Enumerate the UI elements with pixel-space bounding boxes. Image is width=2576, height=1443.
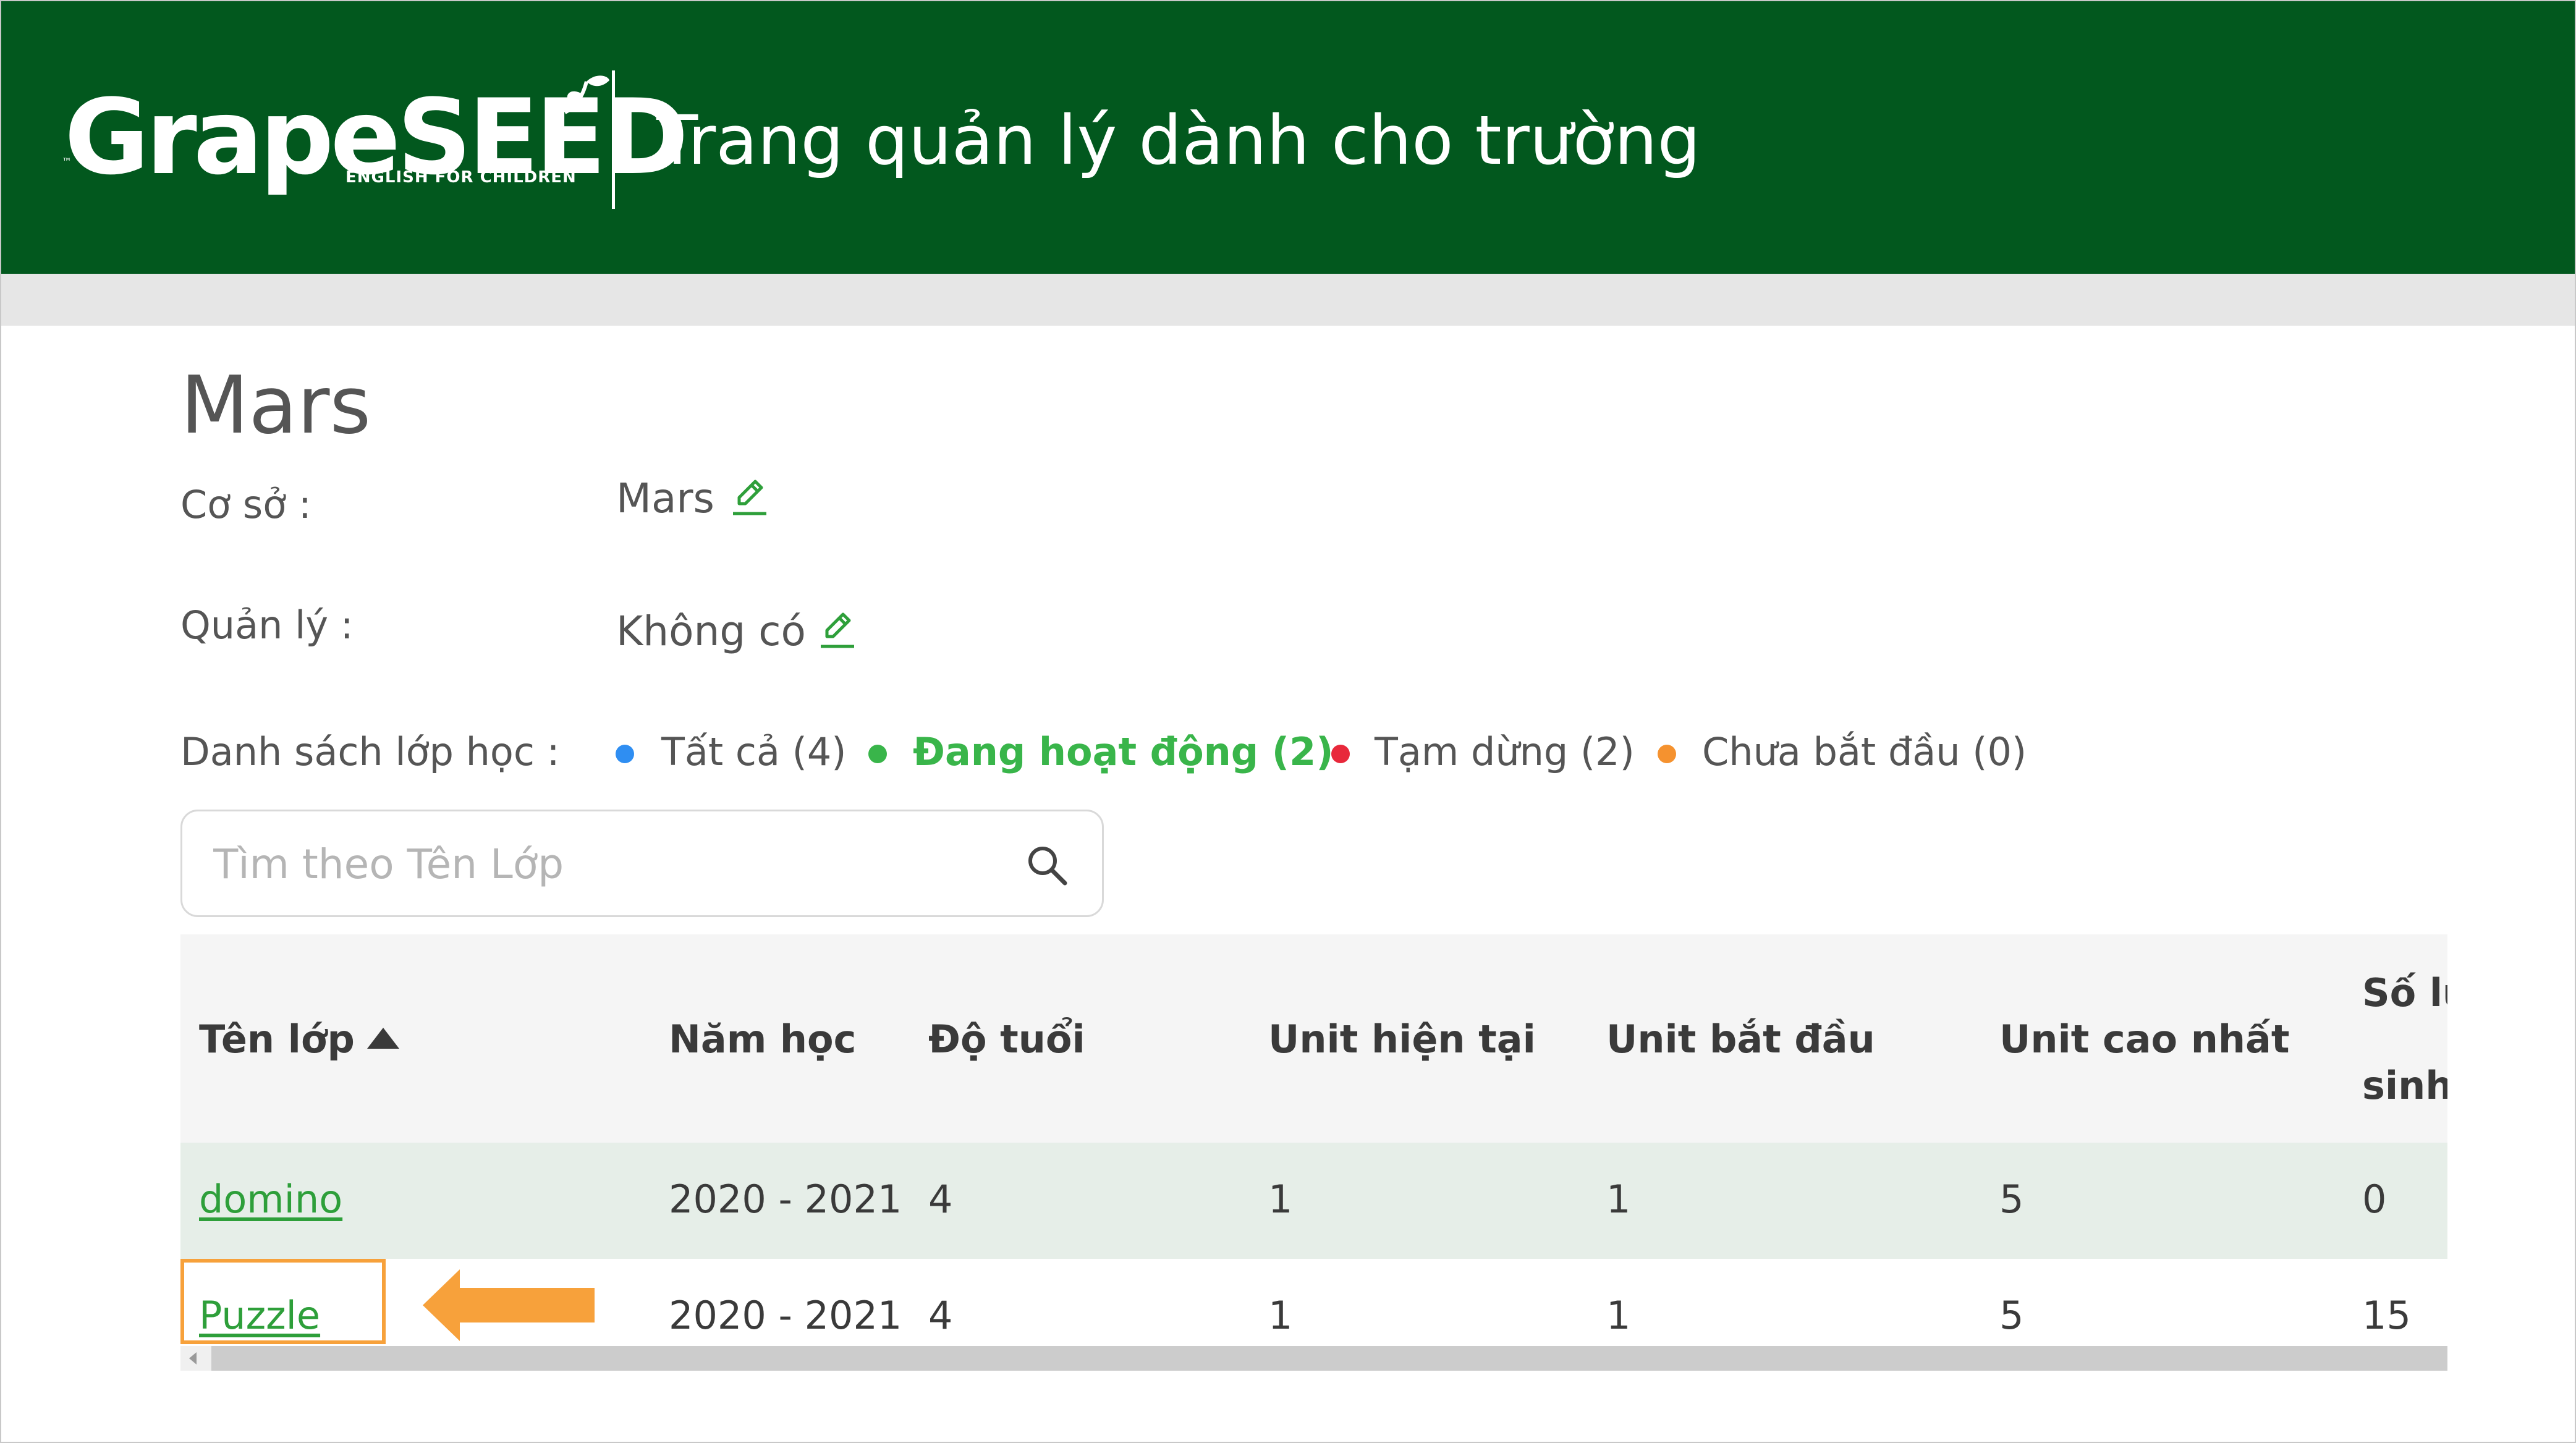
column-header-label: Tên lớp (199, 1017, 355, 1062)
filter-not-started[interactable]: Chưa bắt đầu (0) (1702, 727, 2027, 777)
column-header-max-unit[interactable]: Unit cao nhất (1999, 1015, 2289, 1064)
start-unit-cell: 1 (1606, 1177, 1631, 1222)
filter-dot-all (616, 745, 634, 763)
scroll-left-arrow-icon (189, 1352, 197, 1365)
edit-manager-icon[interactable] (818, 607, 857, 650)
student-count-cell: 0 (2362, 1177, 2387, 1222)
campus-label: Cơ sở : (180, 482, 311, 527)
campus-value: Mars (616, 475, 714, 522)
leaf-icon (564, 75, 609, 114)
max-unit-cell: 5 (1999, 1177, 2024, 1222)
manager-label: Quản lý : (180, 603, 354, 648)
header-shadow-band (1, 274, 2575, 326)
filter-paused[interactable]: Tạm dừng (2) (1375, 727, 1635, 777)
start-unit-cell: 1 (1606, 1293, 1631, 1338)
class-name-link[interactable]: domino (199, 1175, 342, 1224)
search-icon[interactable] (1025, 844, 1070, 888)
current-unit-cell: 1 (1268, 1293, 1293, 1338)
sort-ascending-icon (366, 1028, 399, 1049)
horizontal-scrollbar[interactable] (180, 1346, 2447, 1371)
school-year-cell: 2020 - 2021 (669, 1293, 902, 1338)
table-header: Tên lớp Năm học Độ tuổi Unit hiện tại Un… (180, 934, 2447, 1143)
school-title: Mars (180, 360, 371, 452)
age-cell: 4 (928, 1293, 953, 1338)
school-year-cell: 2020 - 2021 (669, 1177, 902, 1222)
search-input[interactable] (213, 836, 986, 892)
max-unit-cell: 5 (1999, 1293, 2024, 1338)
column-header-start-unit[interactable]: Unit bắt đầu (1606, 1015, 1875, 1064)
column-header-current-unit[interactable]: Unit hiện tại (1268, 1015, 1536, 1064)
logo-tagline: ENGLISH FOR CHILDREN (345, 168, 577, 187)
scroll-left-button[interactable] (180, 1346, 211, 1371)
filter-dot-paused (1331, 745, 1350, 763)
column-header-student-count-line2: sinh (2362, 1063, 2447, 1108)
class-list-label: Danh sách lớp học : (180, 729, 560, 774)
logo-trademark: ™ (62, 156, 72, 167)
table-row: domino 2020 - 2021 4 1 1 5 0 (180, 1143, 2447, 1259)
pointer-arrow-icon (423, 1269, 595, 1341)
age-cell: 4 (928, 1177, 953, 1222)
grapeseed-logo[interactable]: GrapeSEED ™ ENGLISH FOR CHILDREN (62, 75, 688, 199)
header-divider (612, 70, 615, 209)
filter-dot-active (868, 745, 887, 763)
column-header-school-year[interactable]: Năm học (669, 1015, 856, 1064)
filter-dot-not-started (1658, 745, 1676, 763)
filter-all[interactable]: Tất cả (4) (661, 727, 847, 777)
search-box (180, 810, 1104, 917)
edit-campus-icon[interactable] (731, 474, 769, 517)
app-frame: GrapeSEED ™ ENGLISH FOR CHILDREN Trang q… (0, 0, 2576, 1443)
filter-active[interactable]: Đang hoạt động (2) (913, 727, 1334, 777)
current-unit-cell: 1 (1268, 1177, 1293, 1222)
highlight-box (180, 1259, 386, 1344)
manager-value: Không có (616, 607, 806, 655)
column-header-age[interactable]: Độ tuổi (928, 1015, 1085, 1064)
student-count-cell: 15 (2362, 1293, 2411, 1338)
column-header-class-name[interactable]: Tên lớp (199, 1015, 399, 1064)
page-header-title: Trang quản lý dành cho trường (656, 101, 1701, 180)
top-header: GrapeSEED ™ ENGLISH FOR CHILDREN Trang q… (1, 1, 2575, 274)
column-header-student-count-line1[interactable]: Số lư (2362, 968, 2447, 1018)
